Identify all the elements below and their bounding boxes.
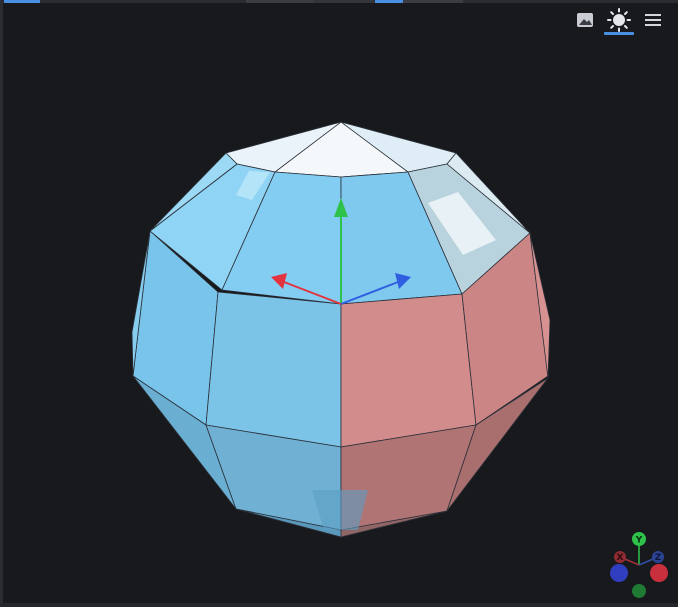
menu-icon: [645, 14, 661, 26]
gizmo-x-label: X: [617, 553, 624, 563]
viewport-toolbar: [568, 6, 670, 35]
bottom-edge: [0, 603, 678, 607]
gizmo-y-label: Y: [635, 536, 643, 546]
background-image-button[interactable]: [568, 6, 602, 34]
sun-icon: [607, 8, 631, 32]
orientation-gizmo[interactable]: Y X Z: [602, 527, 674, 601]
image-icon: [577, 13, 593, 27]
middle-face: [205, 291, 342, 448]
gizmo-neg-x[interactable]: [650, 564, 668, 582]
3d-viewport[interactable]: Y X Z: [0, 0, 678, 607]
gizmo-z-label: Z: [655, 553, 662, 563]
lighting-button[interactable]: [602, 6, 636, 35]
sphere-model[interactable]: [0, 0, 678, 607]
gizmo-neg-z[interactable]: [610, 564, 628, 582]
gizmo-neg-y[interactable]: [632, 584, 646, 598]
middle-face: [340, 293, 477, 448]
menu-button[interactable]: [636, 6, 670, 34]
